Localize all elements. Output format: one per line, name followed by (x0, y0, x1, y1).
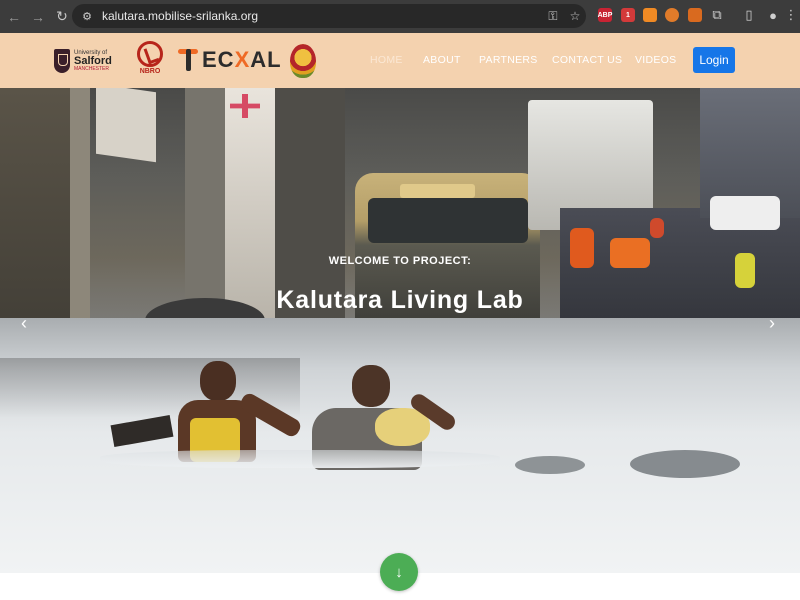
national-emblem-icon (290, 44, 316, 78)
salford-crest-icon (54, 49, 70, 73)
nav-videos[interactable]: VIDEOS (635, 54, 676, 66)
login-button[interactable]: Login (693, 47, 735, 73)
extensions-puzzle-icon[interactable]: ⧉ (708, 6, 726, 24)
side-panel-icon[interactable]: ▯ (740, 6, 758, 24)
browser-toolbar: ← → ↻ ⚙ kalutara.mobilise-srilanka.org ⚿… (0, 0, 800, 33)
extension-3-icon[interactable] (643, 8, 657, 22)
tecxal-logo[interactable]: ECXAL (178, 45, 282, 75)
extension-4-icon[interactable] (665, 8, 679, 22)
key-icon[interactable]: ⚿ (542, 5, 564, 27)
back-icon[interactable]: ← (2, 5, 26, 29)
tecxal-text-al: AL (250, 47, 282, 72)
carousel-next-icon[interactable]: › (762, 312, 782, 334)
nav-partners[interactable]: PARTNERS (479, 54, 538, 66)
tecxal-mark-icon (178, 47, 200, 73)
hero-background-image (0, 88, 800, 573)
tecxal-text-x: X (234, 47, 251, 72)
hero-title: Kalutara Living Lab (276, 286, 524, 314)
site-info-icon[interactable]: ⚙ (76, 5, 98, 27)
nbro-logo[interactable]: NBRO (134, 41, 166, 81)
arrow-down-icon: ↓ (395, 563, 403, 581)
extension-5-icon[interactable] (688, 8, 702, 22)
university-of-salford-logo[interactable]: University of Salford MANCHESTER (54, 45, 118, 77)
sri-lanka-emblem-logo[interactable] (290, 43, 320, 79)
nav-contact-us[interactable]: CONTACT US (552, 54, 622, 66)
hero-welcome-text: WELCOME TO PROJECT: (328, 255, 472, 267)
nbro-emblem-icon (137, 41, 163, 67)
nav-home[interactable]: HOME (370, 54, 403, 66)
profile-avatar-icon[interactable]: ● (764, 6, 782, 24)
salford-logo-line3: MANCHESTER (74, 66, 110, 72)
nav-about[interactable]: ABOUT (423, 54, 461, 66)
carousel-prev-icon[interactable]: ‹ (14, 312, 34, 334)
adblock-plus-extension-icon[interactable]: ABP (598, 8, 612, 22)
bookmark-star-icon[interactable]: ☆ (564, 5, 586, 27)
hero-carousel: WELCOME TO PROJECT: Kalutara Living Lab … (0, 88, 800, 573)
browser-menu-icon[interactable]: ⋮ (784, 6, 798, 24)
extension-2-icon[interactable]: 1 (621, 8, 635, 22)
scroll-down-button[interactable]: ↓ (380, 553, 418, 591)
forward-icon[interactable]: → (26, 5, 50, 29)
url-text[interactable]: kalutara.mobilise-srilanka.org (102, 9, 542, 23)
tecxal-text-ec: EC (202, 47, 235, 72)
nbro-logo-text: NBRO (139, 68, 161, 75)
site-header: University of Salford MANCHESTER NBRO EC… (0, 33, 800, 88)
reload-icon[interactable]: ↻ (50, 5, 74, 29)
address-bar[interactable]: ⚙ kalutara.mobilise-srilanka.org ⚿ ☆ (72, 4, 586, 28)
